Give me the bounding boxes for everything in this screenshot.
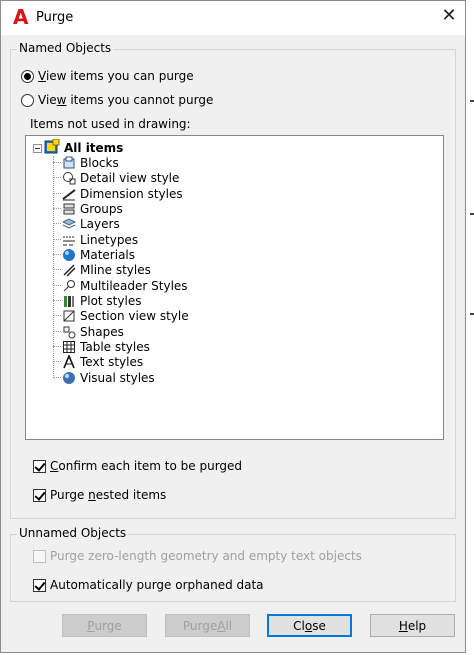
confirm-each-item-checkbox[interactable]: Confirm each item to be purged <box>33 457 242 475</box>
tree-item-label: Text styles <box>80 354 144 369</box>
tree-item-label: Dimension styles <box>80 186 183 201</box>
tree-item-plot-styles[interactable]: Plot styles <box>53 293 142 308</box>
tree-root-label: All items <box>64 140 124 155</box>
tree-item-label: Groups <box>80 201 123 216</box>
tree-item-section-view-style[interactable]: Section view style <box>53 308 189 323</box>
purge-button[interactable]: Purge <box>62 614 147 637</box>
radio-view-purgeable-label: View items you can purge <box>38 69 194 83</box>
tree-item-table-styles[interactable]: Table styles <box>53 339 150 354</box>
purge-zero-length-checkbox[interactable]: Purge zero-length geometry and empty tex… <box>33 547 362 565</box>
tree-item-mline-styles[interactable]: Mline styles <box>53 262 151 277</box>
radio-view-not-purgeable-label: View items you cannot purge <box>38 93 214 107</box>
tree-item-layers[interactable]: Layers <box>53 216 120 231</box>
tree-item-linetypes[interactable]: Linetypes <box>53 232 139 247</box>
checkbox-checked[interactable] <box>33 488 46 502</box>
tree-item-groups[interactable]: Groups <box>53 201 123 216</box>
tree-item-detail-view-style[interactable]: Detail view style <box>53 170 180 185</box>
tree-item-text-styles[interactable]: Text styles <box>53 354 144 369</box>
purge-zero-length-label: Purge zero-length geometry and empty tex… <box>50 549 362 563</box>
tree-item-label: Shapes <box>80 324 124 339</box>
checkbox-checked[interactable] <box>33 578 46 592</box>
tree-item-blocks[interactable]: Blocks <box>53 155 119 170</box>
table-styles-icon <box>62 340 76 354</box>
groups-icon <box>62 202 76 216</box>
dimension-styles-icon <box>62 187 76 201</box>
mline-styles-icon <box>62 263 76 277</box>
layers-icon <box>62 217 76 231</box>
materials-icon <box>62 248 76 262</box>
close-icon[interactable]: ✕ <box>439 5 459 26</box>
edge-mark <box>470 100 474 102</box>
tree-item-multileader-styles[interactable]: Multileader Styles <box>53 278 188 293</box>
checkbox-disabled[interactable] <box>33 549 46 563</box>
radio-button[interactable] <box>21 93 34 107</box>
tree-connector-line <box>53 156 54 378</box>
purge-orphaned-data-label: Automatically purge orphaned data <box>50 578 264 592</box>
edge-mark <box>470 213 474 215</box>
close-button[interactable]: Cl o se <box>267 614 352 637</box>
confirm-each-item-label: Confirm each item to be purged <box>50 459 243 473</box>
background-strip <box>466 0 474 655</box>
tree-item-label: Plot styles <box>80 293 142 308</box>
section-view-style-icon <box>62 309 76 323</box>
tree-item-label: Layers <box>80 216 120 231</box>
tree-item-label: Visual styles <box>80 370 155 385</box>
blocks-icon <box>62 156 76 170</box>
tree-item-materials[interactable]: Materials <box>53 247 136 262</box>
purge-nested-items-label: Purge nested items <box>50 488 167 502</box>
window-title: Purge <box>36 10 74 25</box>
tree-label: Items not used in drawing: <box>30 117 191 131</box>
tree-item-label: Linetypes <box>80 232 139 247</box>
linetypes-icon <box>62 233 76 247</box>
multileader-styles-icon <box>62 279 76 293</box>
radio-view-purgeable[interactable]: View items you can purge <box>21 67 194 85</box>
purge-nested-items-checkbox[interactable]: Purge nested items <box>33 486 166 504</box>
visual-styles-icon <box>62 371 76 385</box>
detail-view-style-icon <box>62 171 76 185</box>
shapes-icon <box>62 325 76 339</box>
tree-item-label: Table styles <box>80 339 150 354</box>
plot-styles-icon <box>62 294 76 308</box>
help-button[interactable]: Help <box>370 614 455 637</box>
purge-dialog: A Purge ✕ Named Objects View items you c… <box>0 0 466 653</box>
edge-mark <box>470 313 474 315</box>
tree-item-visual-styles[interactable]: Visual styles <box>53 370 155 385</box>
tree-item-label: Multileader Styles <box>80 278 188 293</box>
named-objects-legend: Named Objects <box>17 41 114 55</box>
tree-item-label: Detail view style <box>80 170 180 185</box>
radio-view-not-purgeable[interactable]: View items you cannot purge <box>21 91 213 109</box>
tree-item-label: Materials <box>80 247 136 262</box>
title-bar: A Purge ✕ <box>1 1 465 35</box>
purge-orphaned-data-checkbox[interactable]: Automatically purge orphaned data <box>33 576 264 594</box>
text-styles-icon <box>62 354 76 369</box>
tree-item-label: Mline styles <box>80 262 151 277</box>
tree-item-label: Section view style <box>80 308 189 323</box>
tree-root-all-items[interactable]: All items <box>44 138 124 157</box>
tree-item-shapes[interactable]: Shapes <box>53 324 124 339</box>
tree-item-dimension-styles[interactable]: Dimension styles <box>53 186 183 201</box>
autocad-logo-icon: A <box>13 5 29 29</box>
checkbox-checked[interactable] <box>33 459 46 473</box>
purge-all-button[interactable]: Purge All <box>165 614 250 637</box>
collapse-toggle-icon[interactable] <box>33 144 42 153</box>
all-items-icon <box>44 138 60 157</box>
unnamed-objects-legend: Unnamed Objects <box>17 526 129 540</box>
items-tree-view[interactable]: All items Blocks Detail view style Dimen… <box>25 135 444 440</box>
tree-item-label: Blocks <box>80 155 119 170</box>
radio-button-selected[interactable] <box>21 69 34 83</box>
